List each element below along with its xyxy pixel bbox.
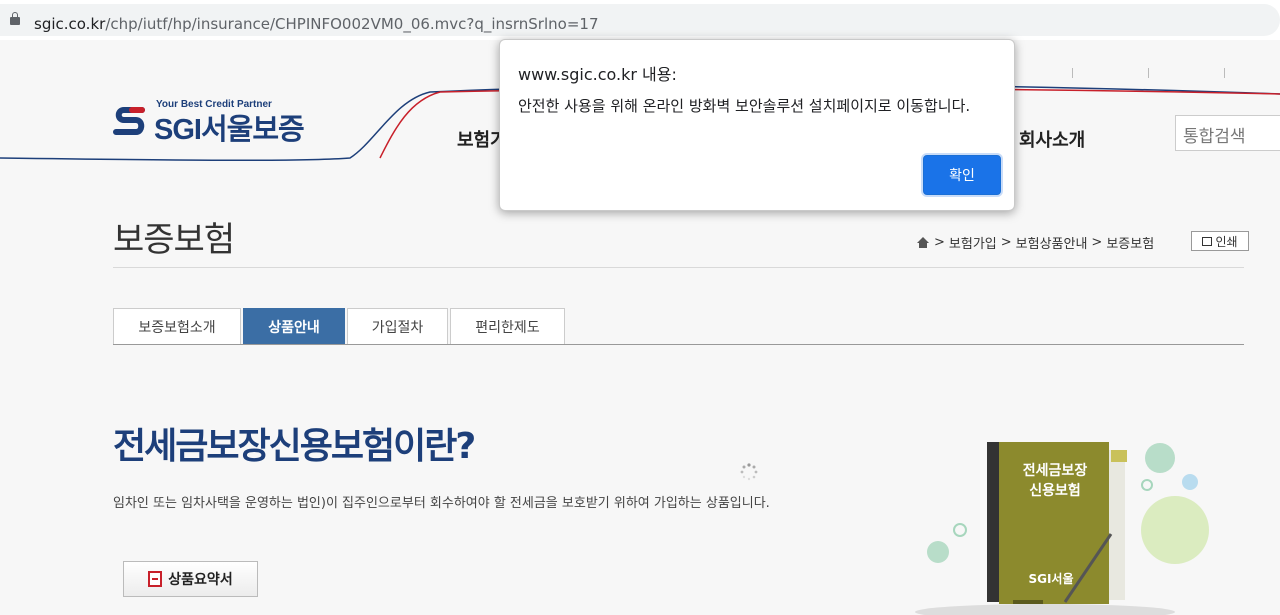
alert-dialog: www.sgic.co.kr 내용: 안전한 사용을 위해 온라인 방화벽 보안… [499, 39, 1015, 211]
summary-label: 상품요약서 [168, 572, 233, 588]
lock-icon[interactable] [10, 12, 20, 25]
util-divider [1224, 68, 1225, 78]
browser-address-bar: sgic.co.kr/chp/iutf/hp/insurance/CHPINFO… [0, 0, 1280, 40]
tab-product-info[interactable]: 상품안내 [243, 308, 345, 345]
util-divider [1148, 68, 1149, 78]
omnibox[interactable]: sgic.co.kr/chp/iutf/hp/insurance/CHPINFO… [0, 4, 1280, 36]
print-button[interactable]: 인쇄 [1191, 231, 1249, 251]
printer-icon [1202, 236, 1213, 246]
product-illustration: 전세금보장 신용보험 SGI서울 [915, 430, 1255, 615]
home-icon[interactable] [916, 236, 930, 249]
product-heading: 전세금보장신용보험이란? [113, 426, 476, 467]
dialog-ok-button[interactable]: 확인 [923, 155, 1001, 195]
breadcrumb-item[interactable]: 보증보험 [1106, 233, 1154, 252]
book-title-line1: 전세금보장 [1022, 463, 1088, 479]
breadcrumb-separator: > [1000, 235, 1012, 250]
tab-join-process[interactable]: 가입절차 [347, 308, 448, 345]
product-description: 임차인 또는 임차사택을 운영하는 법인)이 집주인으로부터 회수하여야 할 전… [113, 496, 770, 511]
breadcrumb-separator: > [934, 235, 945, 250]
product-summary-button[interactable]: 상품요약서 [123, 561, 258, 597]
document-icon [148, 571, 163, 587]
title-divider [113, 267, 1244, 268]
sgi-logo-mark[interactable] [112, 104, 148, 140]
breadcrumb-item[interactable]: 보험상품안내 [1016, 233, 1088, 252]
logo-name[interactable]: SGI서울보증 [154, 106, 305, 148]
dialog-title: www.sgic.co.kr 내용: [518, 65, 677, 84]
book-illustration [915, 442, 1209, 615]
url-text[interactable]: sgic.co.kr/chp/iutf/hp/insurance/CHPINFO… [34, 15, 598, 33]
tab-intro[interactable]: 보증보험소개 [113, 308, 241, 345]
page-title: 보증보험 [113, 220, 235, 260]
gnb-menu-company[interactable]: 회사소개 [1019, 126, 1085, 152]
print-label: 인쇄 [1215, 234, 1238, 249]
breadcrumb-separator: > [1091, 235, 1103, 250]
loading-spinner-icon [740, 463, 758, 481]
book-title-line2: 신용보험 [1029, 483, 1081, 499]
util-divider [1072, 68, 1073, 78]
search-input[interactable]: 통합검색 [1175, 115, 1280, 151]
tab-divider [113, 344, 1244, 345]
breadcrumb: > 보험가입 > 보험상품안내 > 보증보험 [916, 233, 1154, 252]
book-logo: SGI서울 [1028, 572, 1074, 586]
tab-bar: 보증보험소개 상품안내 가입절차 편리한제도 [113, 308, 567, 345]
tab-convenience[interactable]: 편리한제도 [450, 308, 565, 345]
breadcrumb-item[interactable]: 보험가입 [949, 233, 997, 252]
dialog-message: 안전한 사용을 위해 온라인 방화벽 보안솔루션 설치페이지로 이동합니다. [518, 97, 971, 115]
